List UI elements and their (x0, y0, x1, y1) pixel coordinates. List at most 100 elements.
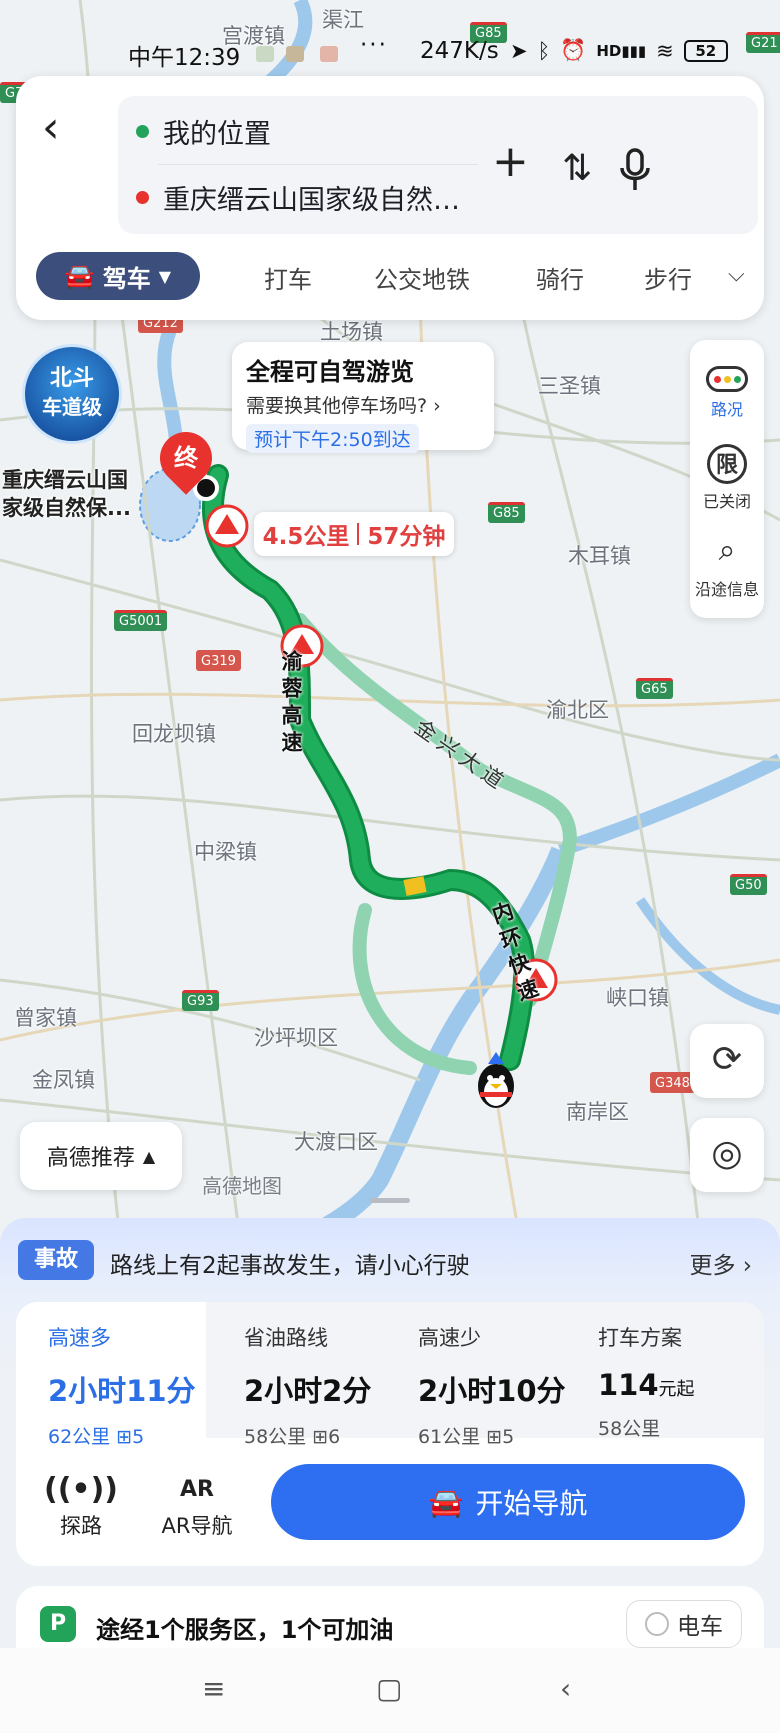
route-duration: 2小时11分 (48, 1374, 196, 1408)
notification-icon (320, 46, 338, 62)
start-navigation-button[interactable]: 🚘 开始导航 (271, 1464, 745, 1540)
accident-alert[interactable]: 事故 路线上有2起事故发生，请小心行驶 更多 › (18, 1238, 762, 1282)
back-icon[interactable]: ‹ (560, 1672, 571, 1705)
destination-field[interactable]: 重庆缙云山国家级自然… (136, 178, 460, 217)
checkbox-icon (645, 1612, 669, 1636)
recommend-label: 高德推荐 (46, 1146, 135, 1171)
map-side-panel: 路况 限 已关闭 ⌕ 沿途信息 (690, 340, 764, 618)
route-lights: 5 (132, 1426, 145, 1448)
hd-signal-icon: HD▮▮▮ (596, 41, 647, 60)
route-meta: 62公里 ⊞5 (48, 1422, 206, 1449)
traffic-toggle[interactable]: 路况 (690, 358, 764, 420)
segment-info-badge[interactable]: 4.5公里 57分钟 (254, 512, 454, 556)
route-meta: 61公里 ⊞5 (418, 1422, 576, 1449)
status-bar: 中午12:39 ··· 247K/s ➤ ᛒ ⏰ HD▮▮▮ ≋ 52 (0, 32, 780, 71)
highway-badge: G93 (182, 990, 219, 1011)
penguin-avatar-icon (478, 1052, 514, 1108)
route-lights: 5 (502, 1426, 515, 1448)
route-label: 省油路线 (244, 1326, 328, 1350)
tip-subtitle: 需要换其他停车场吗? (246, 395, 428, 417)
map-label-xiakou: 峡口镇 (606, 986, 669, 1010)
map-label-jinfeng: 金凤镇 (32, 1068, 95, 1092)
beidou-line-2: 车道级 (42, 395, 102, 419)
home-icon[interactable]: ▢ (376, 1672, 402, 1705)
broadcast-icon: ((•)) (43, 1472, 119, 1507)
add-waypoint-icon[interactable]: + (492, 136, 529, 187)
tab-taxi[interactable]: 打车 (264, 260, 312, 295)
explore-label: 探路 (60, 1514, 102, 1538)
tab-bike[interactable]: 骑行 (536, 260, 584, 295)
recommendation-dropdown[interactable]: 高德推荐 ▲ (20, 1122, 182, 1190)
sheet-handle[interactable] (370, 1198, 410, 1203)
caret-down-icon: ▼ (158, 266, 172, 286)
ar-nav-button[interactable]: AR AR导航 (142, 1470, 252, 1540)
location-icon: ➤ (510, 38, 528, 63)
route-distance: 58公里 (244, 1426, 307, 1448)
parking-tip-bubble[interactable]: 全程可自驾游览 需要换其他停车场吗? › 预计下午2:50到达 (232, 342, 494, 453)
taxi-price-row: 114元起 (598, 1368, 764, 1402)
ev-toggle[interactable]: 电车 (626, 1600, 742, 1648)
restriction-label: 已关闭 (702, 492, 751, 511)
taxi-distance: 58公里 (598, 1418, 661, 1440)
taxi-option[interactable]: 打车方案 114元起 58公里 (566, 1302, 764, 1440)
traffic-label: 路况 (710, 400, 743, 419)
bluetooth-icon: ᛒ (537, 38, 551, 63)
map-label-shapingba: 沙坪坝区 (254, 1026, 338, 1050)
highway-badge: G85 (488, 502, 525, 523)
taxi-label: 打车方案 (598, 1326, 682, 1350)
car-icon: 🚘 (64, 262, 95, 290)
end-marker-label: 终 (174, 444, 198, 472)
locate-button[interactable]: ◎ (690, 1118, 764, 1192)
route-option-2[interactable]: 省油路线 2小时2分 58公里 ⊞6 (212, 1302, 402, 1448)
car-icon: 🚘 (428, 1485, 464, 1519)
beidou-lane-badge[interactable]: 北斗 车道级 (22, 344, 122, 444)
highway-badge: G319 (196, 650, 241, 671)
battery-icon: 52 (683, 39, 728, 62)
map-label-sansheng: 三圣镇 (538, 374, 601, 398)
destination-end-marker[interactable]: 终 (149, 421, 223, 495)
divider (357, 523, 360, 545)
destination-label-line-2: 家级自然保... (2, 496, 131, 520)
system-navigation-bar: ≡ ▢ ‹ (0, 1648, 780, 1733)
tab-transit[interactable]: 公交地铁 (374, 260, 470, 295)
swap-icon[interactable]: ⇅ (562, 148, 592, 189)
chevron-right-icon: › (433, 395, 441, 417)
origin-field[interactable]: 我的位置 (136, 112, 271, 151)
destination-label-line-1: 重庆缙云山国 (2, 468, 128, 492)
menu-icon[interactable]: ≡ (202, 1672, 225, 1705)
tab-walk[interactable]: 步行 (644, 260, 692, 295)
explore-button[interactable]: ((•)) 探路 (36, 1470, 126, 1540)
destination-map-label[interactable]: 重庆缙云山国 家级自然保... (2, 466, 131, 522)
route-option-1[interactable]: 高速多 2小时11分 62公里 ⊞5 (16, 1302, 206, 1448)
along-route-label: 沿途信息 (694, 580, 759, 599)
notification-icon (256, 46, 274, 62)
segment-duration: 57分钟 (367, 524, 446, 550)
parking-icon: P (40, 1606, 76, 1642)
alert-text: 路线上有2起事故发生，请小心行驶 (110, 1253, 470, 1279)
refresh-route-button[interactable]: ⟳ (690, 1024, 764, 1098)
restriction-toggle[interactable]: 限 已关闭 (690, 444, 764, 512)
taxi-price-suffix: 元起 (658, 1379, 695, 1400)
locate-icon: ◎ (711, 1133, 743, 1174)
ev-label: 电车 (677, 1614, 723, 1640)
alert-more-link[interactable]: 更多 › (689, 1246, 752, 1280)
refresh-icon: ⟳ (711, 1039, 743, 1080)
current-location-marker[interactable] (470, 1052, 522, 1112)
route-inputs: 我的位置 重庆缙云山国家级自然… + ⇅ (118, 96, 758, 234)
chevron-down-icon[interactable]: ⌵ (728, 262, 745, 287)
tip-eta: 预计下午2:50到达 (246, 424, 419, 453)
route-option-3[interactable]: 高速少 2小时10分 61公里 ⊞5 (386, 1302, 576, 1448)
route-search-card: ‹ 我的位置 重庆缙云山国家级自然… + ⇅ 🚘 驾车 ▼ 打车 公交地铁 骑行… (16, 76, 764, 320)
tip-title: 全程可自驾游览 (246, 358, 414, 386)
microphone-icon[interactable] (618, 148, 652, 201)
tab-drive[interactable]: 🚘 驾车 ▼ (36, 252, 200, 300)
destination-dot-icon (136, 191, 149, 204)
route-label: 高速少 (418, 1326, 481, 1350)
back-button[interactable]: ‹ (42, 100, 102, 160)
divider (158, 164, 478, 165)
highway-badge: G348 (650, 1072, 695, 1093)
taxi-price: 114 (598, 1368, 659, 1402)
accident-marker-1[interactable] (205, 504, 249, 548)
traffic-light-icon (706, 366, 748, 392)
along-route-info[interactable]: ⌕ 沿途信息 (690, 532, 764, 600)
